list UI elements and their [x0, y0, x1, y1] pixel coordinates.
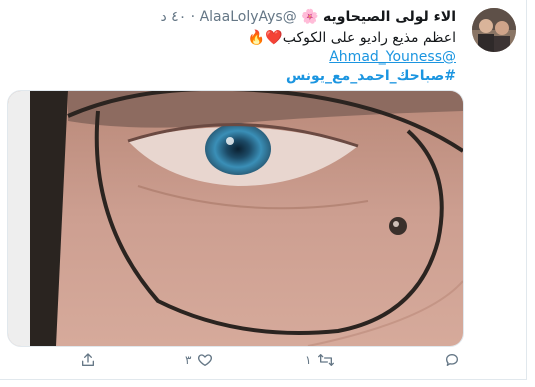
name-emoji: 🌸 [301, 9, 319, 25]
timestamp[interactable]: ٤٠ د [160, 9, 186, 25]
tweet-text: اعظم مذيع راديو على الكوكب❤️🔥 @Ahmad_You… [16, 29, 456, 86]
tweet-header: الاء لولى الصيحاويه 🌸 @AlaaLolyAys · ٤٠ … [160, 9, 456, 25]
share-button[interactable] [80, 352, 102, 368]
like-count: ٣ [185, 353, 192, 367]
share-icon [82, 353, 94, 366]
tweet-line-1: اعظم مذيع راديو على الكوكب [282, 30, 456, 46]
tweet-media-image[interactable] [7, 90, 464, 347]
hashtag-link[interactable]: #صباحك_احمد_مع_يونس [286, 68, 456, 84]
separator: · [190, 9, 196, 25]
user-handle[interactable]: @AlaaLolyAys [200, 9, 297, 25]
mention-link[interactable]: @Ahmad_Youness [329, 49, 456, 65]
tweet-card[interactable]: الاء لولى الصيحاويه 🌸 @AlaaLolyAys · ٤٠ … [0, 0, 527, 380]
display-name[interactable]: الاء لولى الصيحاويه [323, 9, 456, 25]
tweet-actions: ١ ٣ [70, 352, 470, 376]
like-icon [198, 354, 213, 366]
reply-button[interactable] [444, 352, 466, 368]
retweet-button[interactable]: ١ [305, 352, 335, 368]
avatar-photo-icon [472, 8, 516, 52]
tweet-line-1-emojis: ❤️🔥 [247, 30, 283, 46]
avatar[interactable] [472, 8, 516, 52]
eye-with-glasses-photo [8, 91, 463, 346]
like-button[interactable]: ٣ [185, 352, 213, 368]
reply-icon [446, 354, 458, 366]
retweet-count: ١ [305, 353, 312, 367]
retweet-icon [318, 354, 335, 366]
